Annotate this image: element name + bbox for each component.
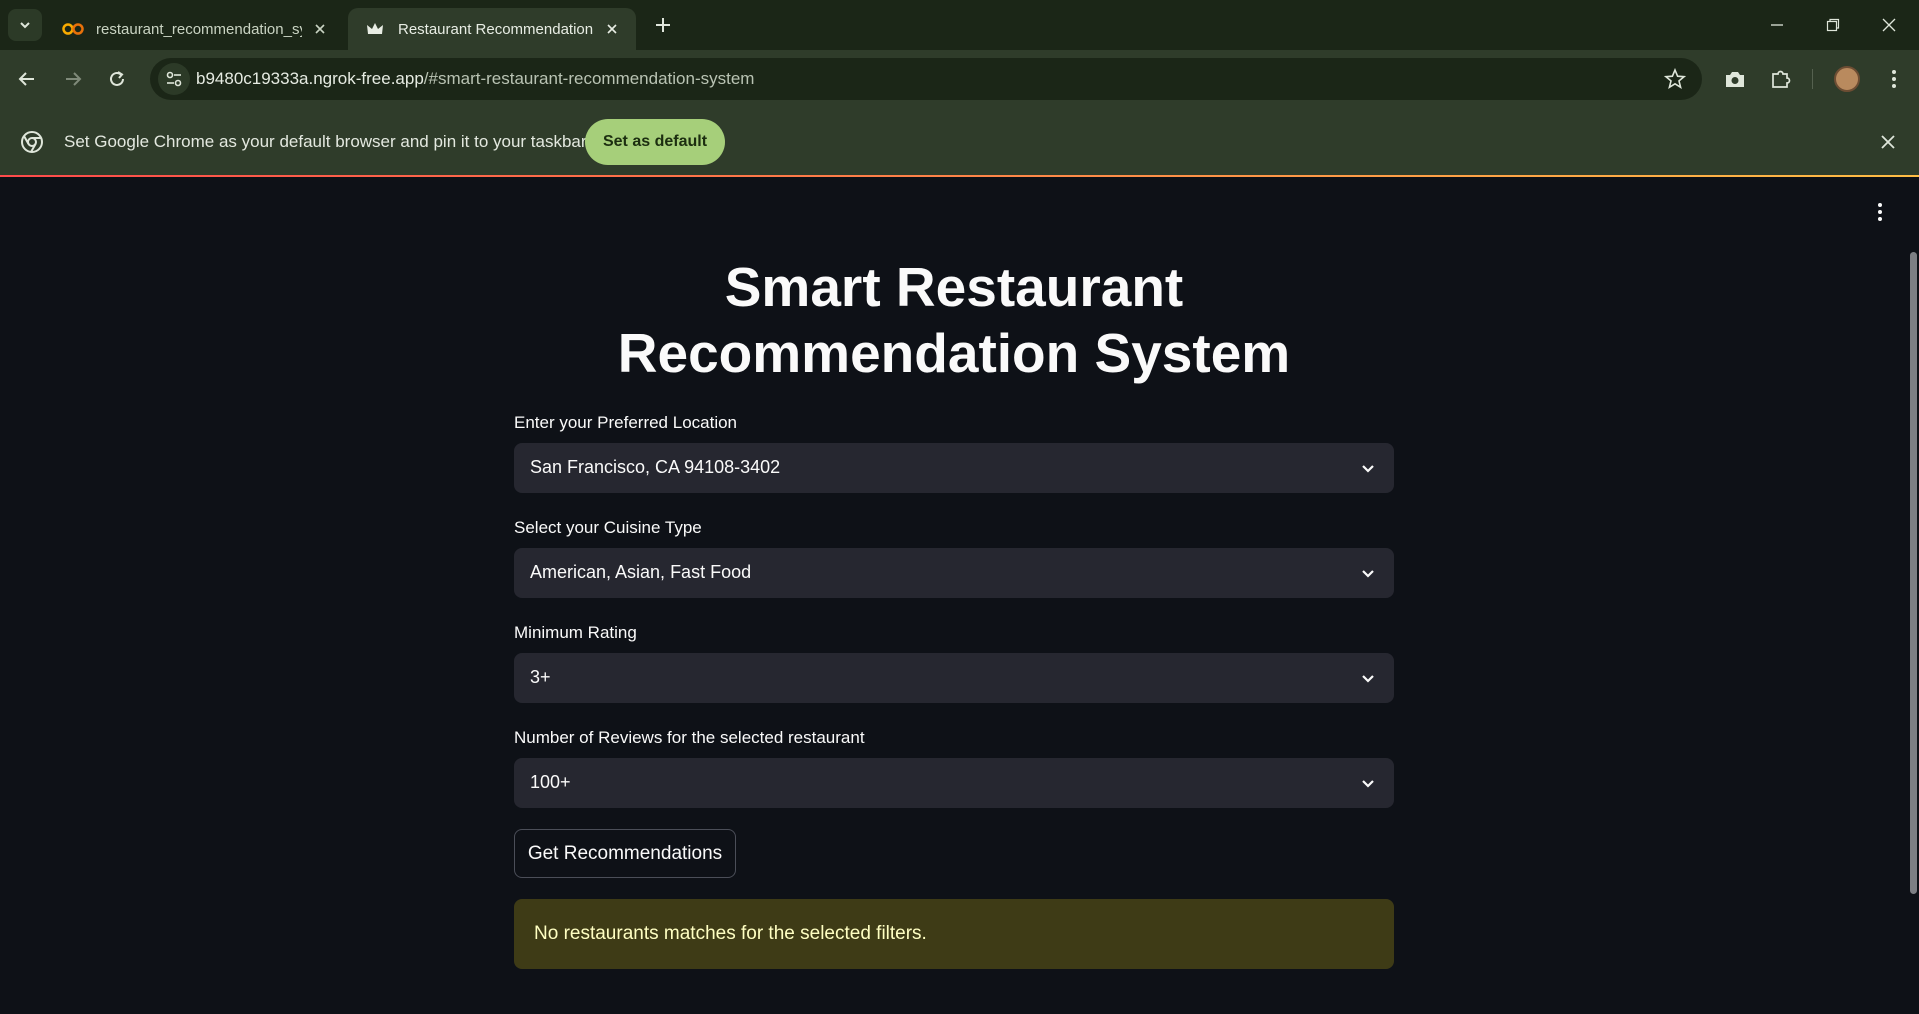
select-value: San Francisco, CA 94108-3402 [530, 457, 781, 477]
set-as-default-button[interactable]: Set as default [585, 119, 725, 165]
kebab-menu-icon [1878, 203, 1882, 221]
select-value: 3+ [530, 667, 551, 687]
select-value: American, Asian, Fast Food [530, 562, 752, 582]
restore-button[interactable] [1820, 12, 1846, 38]
camera-icon [1726, 72, 1744, 87]
location-label: Enter your Preferred Location [514, 413, 738, 432]
profile-avatar[interactable] [1834, 66, 1860, 92]
cuisine-select[interactable]: American, Asian, Fast Food [514, 548, 1394, 598]
bookmark-star-icon[interactable] [1664, 68, 1686, 90]
screenshot-button[interactable] [1721, 65, 1749, 93]
tab-streamlit-app[interactable]: Restaurant Recommendation Sy [348, 8, 636, 50]
tab-search-button[interactable] [8, 9, 42, 41]
chevron-down-icon [1362, 780, 1374, 788]
page-scrollbar[interactable] [1910, 252, 1917, 894]
arrow-right-icon [66, 72, 82, 86]
reviews-select[interactable]: 100+ [514, 758, 1394, 808]
get-recommendations-button[interactable]: Get Recommendations [514, 829, 736, 878]
kebab-menu-icon [1892, 70, 1896, 88]
page-title: Smart Restaurant Recommendation System [617, 256, 1291, 384]
puzzle-icon [1772, 70, 1791, 88]
minimize-button[interactable] [1764, 12, 1790, 38]
tab-title: restaurant_recommendation_sy [96, 20, 302, 38]
chevron-down-icon [1362, 465, 1374, 473]
close-icon[interactable] [310, 19, 330, 39]
tab-title: Restaurant Recommendation Sy [398, 20, 594, 38]
app-header [0, 177, 1919, 247]
restore-icon [1826, 18, 1840, 32]
reload-icon [110, 71, 124, 86]
rating-label: Minimum Rating [514, 623, 637, 642]
toolbar-divider [1812, 69, 1813, 89]
warning-alert: No restaurants matches for the selected … [514, 899, 1394, 969]
reviews-label: Number of Reviews for the selected resta… [514, 728, 865, 747]
close-icon [1882, 18, 1896, 32]
tab-strip: restaurant_recommendation_sy Restaurant … [0, 0, 1919, 50]
url-path: /#smart-restaurant-recommendation-system [423, 69, 755, 88]
cuisine-label: Select your Cuisine Type [514, 518, 702, 537]
select-value: 100+ [530, 772, 571, 792]
window-close-button[interactable] [1876, 12, 1902, 38]
infobar-message: Set Google Chrome as your default browse… [64, 132, 587, 151]
extensions-button[interactable] [1767, 65, 1795, 93]
chevron-down-icon [20, 22, 30, 29]
default-browser-infobar: Set Google Chrome as your default browse… [0, 108, 1919, 175]
site-info-button[interactable] [158, 63, 190, 95]
plus-icon [656, 18, 670, 32]
back-button[interactable] [12, 64, 42, 94]
tab-colab[interactable]: restaurant_recommendation_sy [46, 8, 344, 50]
minimize-icon [1771, 24, 1783, 26]
warning-text: No restaurants matches for the selected … [534, 923, 927, 944]
close-icon[interactable] [602, 19, 622, 39]
rating-select[interactable]: 3+ [514, 653, 1394, 703]
location-select[interactable]: San Francisco, CA 94108-3402 [514, 443, 1394, 493]
chevron-down-icon [1362, 675, 1374, 683]
chrome-logo-icon [21, 131, 43, 153]
chrome-menu-button[interactable] [1880, 65, 1908, 93]
app-main-menu-button[interactable] [1870, 200, 1890, 224]
tune-icon [166, 71, 182, 87]
chevron-down-icon [1362, 570, 1374, 578]
url-host: b9480c19333a.ngrok-free.app [196, 69, 424, 88]
address-bar[interactable]: b9480c19333a.ngrok-free.app/#smart-resta… [150, 58, 1702, 100]
browser-toolbar: b9480c19333a.ngrok-free.app/#smart-resta… [0, 50, 1919, 108]
close-icon [1881, 135, 1895, 149]
new-tab-button[interactable] [650, 12, 676, 38]
url-text: b9480c19333a.ngrok-free.app/#smart-resta… [196, 69, 754, 89]
reload-button[interactable] [102, 64, 132, 94]
colab-icon [62, 18, 84, 40]
streamlit-crown-icon [364, 18, 386, 40]
arrow-left-icon [18, 72, 34, 86]
forward-button[interactable] [58, 64, 88, 94]
infobar-close-button[interactable] [1876, 130, 1900, 154]
